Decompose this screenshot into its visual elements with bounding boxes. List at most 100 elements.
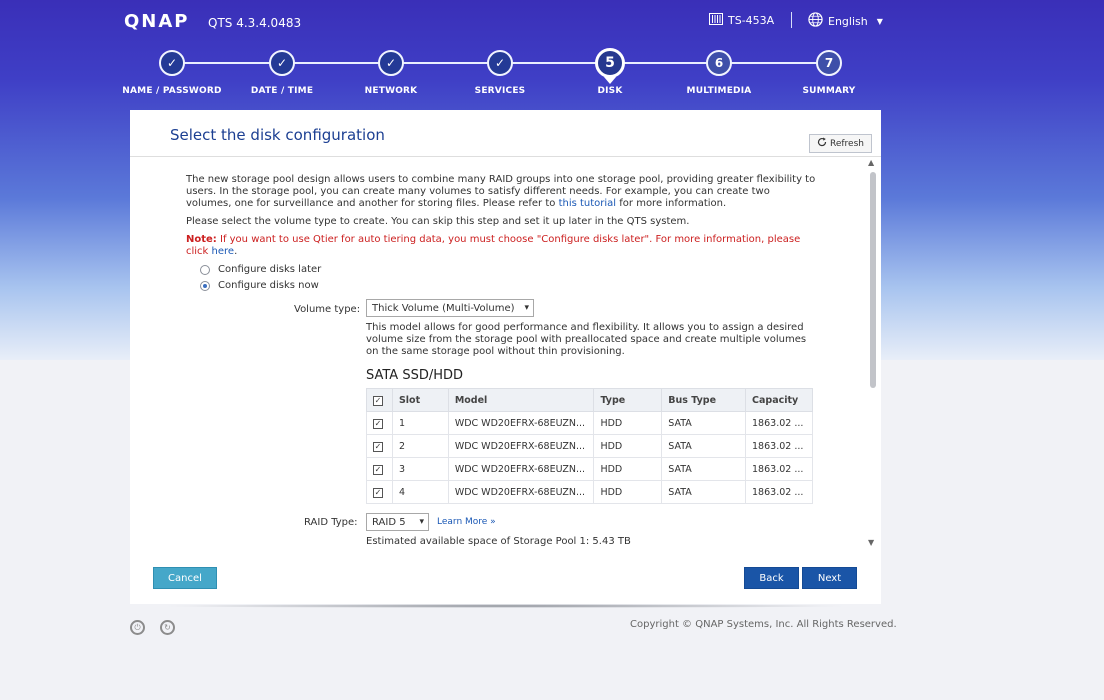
col-bus-type[interactable]: Bus Type <box>661 388 747 412</box>
scroll-down-arrow-icon[interactable]: ▼ <box>868 538 874 547</box>
sata-section-title: SATA SSD/HDD <box>366 368 464 383</box>
col-capacity[interactable]: Capacity <box>745 388 813 412</box>
chevron-down-icon: ▾ <box>419 517 424 527</box>
select-all-cell[interactable]: ✓ <box>366 388 393 412</box>
step-5-label: DISK <box>597 86 623 96</box>
refresh-button[interactable]: Refresh <box>809 134 872 153</box>
step-4-label: SERVICES <box>474 86 526 96</box>
row-select-cell[interactable]: ✓ <box>366 457 393 481</box>
scroll-up-arrow-icon[interactable]: ▲ <box>868 158 874 167</box>
step-7-indicator: 7 <box>816 50 842 76</box>
row-checkbox[interactable]: ✓ <box>373 441 383 452</box>
checkmark-icon: ✓ <box>166 56 178 70</box>
language-selector[interactable]: English ▼ <box>808 12 883 30</box>
option-label: Configure disks now <box>218 280 319 291</box>
intro-text: The new storage pool design allows users… <box>186 174 816 210</box>
scrollbar-thumb[interactable] <box>870 172 876 388</box>
back-button[interactable]: Back <box>744 567 799 589</box>
cell-capacity: 1863.02 ... <box>745 480 813 504</box>
select-all-checkbox[interactable]: ✓ <box>373 395 383 406</box>
select-text: Please select the volume type to create.… <box>186 216 690 227</box>
row-select-cell[interactable]: ✓ <box>366 434 393 458</box>
power-icon[interactable]: ⏻ <box>130 620 145 635</box>
col-type[interactable]: Type <box>593 388 663 412</box>
cell-bus: SATA <box>661 434 747 458</box>
cell-bus: SATA <box>661 411 747 435</box>
cell-model: WDC WD20EFRX-68EUZN... <box>447 457 595 481</box>
step-number: 6 <box>714 56 724 70</box>
row-checkbox[interactable]: ✓ <box>373 487 383 498</box>
raid-type-select[interactable]: RAID 5 ▾ <box>366 513 429 531</box>
row-select-cell[interactable]: ✓ <box>366 411 393 435</box>
cell-slot: 4 <box>391 480 449 504</box>
cell-capacity: 1863.02 ... <box>745 411 813 435</box>
cell-capacity: 1863.02 ... <box>745 457 813 481</box>
copyright-text: Copyright © QNAP Systems, Inc. All Right… <box>630 619 897 630</box>
cell-model: WDC WD20EFRX-68EUZN... <box>447 480 595 504</box>
chevron-down-icon: ▾ <box>524 303 529 313</box>
option-label: Configure disks later <box>218 264 322 275</box>
row-select-cell[interactable]: ✓ <box>366 480 393 504</box>
learn-more-link[interactable]: Learn More » <box>437 517 496 527</box>
note-text: If you want to use Qtier for auto tierin… <box>186 234 801 257</box>
volume-type-description: This model allows for good performance a… <box>366 322 807 357</box>
tutorial-link[interactable]: this tutorial <box>559 198 617 209</box>
col-model[interactable]: Model <box>447 388 595 412</box>
table-row[interactable]: ✓ 1 WDC WD20EFRX-68EUZN... HDD SATA 1863.02 .… <box>366 411 813 435</box>
cell-capacity: 1863.02 ... <box>745 434 813 458</box>
content-scrollbar[interactable]: ▲ ▼ <box>868 158 878 550</box>
cell-type: HDD <box>593 480 663 504</box>
cancel-button[interactable]: Cancel <box>153 567 217 589</box>
step-2-label: DATE / TIME <box>250 86 314 96</box>
note-end: . <box>234 246 238 257</box>
step-1-indicator: ✓ <box>159 50 185 76</box>
panel-content: The new storage pool design allows users… <box>186 174 816 294</box>
note-label: Note: <box>186 234 217 245</box>
raid-type-value: RAID 5 <box>372 516 406 528</box>
nas-device-icon <box>709 13 723 28</box>
step-4-indicator: ✓ <box>487 50 513 76</box>
step-number: 5 <box>605 55 615 71</box>
cell-type: HDD <box>593 411 663 435</box>
step-7-label: SUMMARY <box>802 86 856 96</box>
table-header-row: ✓ Slot Model Type Bus Type Capacity <box>366 388 813 412</box>
table-row[interactable]: ✓ 2 WDC WD20EFRX-68EUZN... HDD SATA 1863.02 .… <box>366 434 813 458</box>
here-link[interactable]: here <box>212 246 235 257</box>
step-5-indicator: 5 <box>595 48 625 78</box>
radio-configure-now[interactable] <box>200 281 210 291</box>
cell-type: HDD <box>593 434 663 458</box>
step-number: 7 <box>824 56 834 70</box>
option-configure-now[interactable]: Configure disks now <box>200 278 816 294</box>
chevron-down-icon: ▼ <box>876 16 883 26</box>
step-6-indicator: 6 <box>706 50 732 76</box>
step-6-label: MULTIMEDIA <box>686 86 752 96</box>
checkmark-icon: ✓ <box>385 56 397 70</box>
row-checkbox[interactable]: ✓ <box>373 418 383 429</box>
cell-model: WDC WD20EFRX-68EUZN... <box>447 434 595 458</box>
option-configure-later[interactable]: Configure disks later <box>200 262 816 278</box>
restart-icon[interactable]: ↻ <box>160 620 175 635</box>
step-3-label: NETWORK <box>364 86 418 96</box>
volume-type-value: Thick Volume (Multi-Volume) <box>372 302 515 314</box>
step-1-label: NAME / PASSWORD <box>122 86 222 96</box>
volume-type-select[interactable]: Thick Volume (Multi-Volume) ▾ <box>366 299 534 317</box>
firmware-version: QTS 4.3.4.0483 <box>208 16 302 30</box>
checkmark-icon: ✓ <box>276 56 288 70</box>
row-checkbox[interactable]: ✓ <box>373 464 383 475</box>
step-3-indicator: ✓ <box>378 50 404 76</box>
next-button[interactable]: Next <box>802 567 857 589</box>
title-divider <box>130 156 881 157</box>
disk-table-body: ✓ 1 WDC WD20EFRX-68EUZN... HDD SATA 1863.02 .… <box>366 411 813 504</box>
table-row[interactable]: ✓ 4 WDC WD20EFRX-68EUZN... HDD SATA 1863.02 .… <box>366 480 813 504</box>
cell-model: WDC WD20EFRX-68EUZN... <box>447 411 595 435</box>
col-slot[interactable]: Slot <box>391 388 449 412</box>
checkmark-icon: ✓ <box>494 56 506 70</box>
raid-type-label: RAID Type: <box>304 517 358 528</box>
intro-text-end: for more information. <box>616 198 727 209</box>
cell-slot: 3 <box>391 457 449 481</box>
radio-configure-later[interactable] <box>200 265 210 275</box>
cell-bus: SATA <box>661 457 747 481</box>
table-row[interactable]: ✓ 3 WDC WD20EFRX-68EUZN... HDD SATA 1863.02 .… <box>366 457 813 481</box>
step-2-indicator: ✓ <box>269 50 295 76</box>
globe-icon <box>808 12 823 30</box>
